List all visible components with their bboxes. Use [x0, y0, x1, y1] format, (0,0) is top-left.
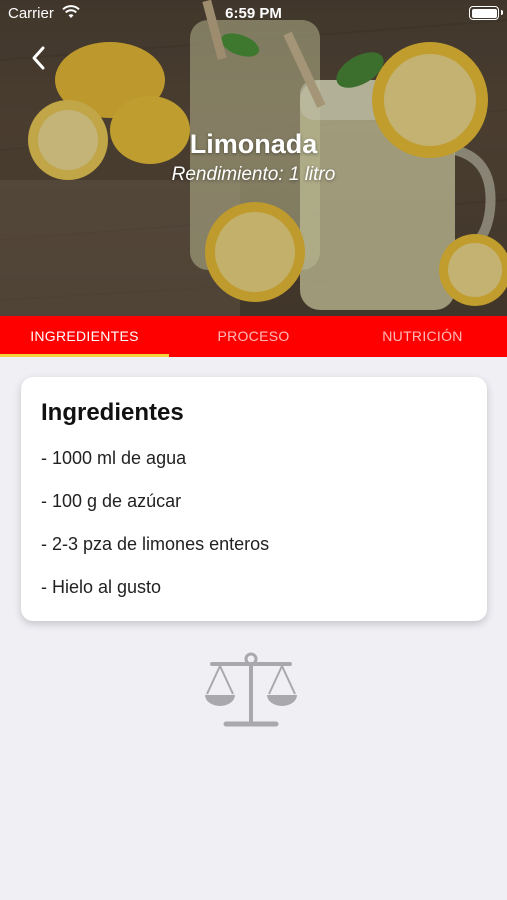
- scale-icon: [205, 652, 297, 727]
- tab-proceso[interactable]: PROCESO: [169, 316, 338, 357]
- ingredient-item: - Hielo al gusto: [41, 577, 162, 597]
- battery-icon: [469, 6, 503, 20]
- tab-ingredientes[interactable]: INGREDIENTES: [0, 316, 169, 357]
- status-bar: Carrier 6:59 PM: [0, 0, 507, 28]
- card-title: Ingredientes: [41, 399, 184, 426]
- recipe-title: Limonada: [189, 129, 318, 159]
- ingredients-card: Ingredientes - 1000 ml de agua - 100 g d…: [21, 377, 487, 621]
- ingredient-item: - 100 g de azúcar: [41, 491, 182, 511]
- clock: 6:59 PM: [225, 5, 282, 22]
- back-button[interactable]: [24, 42, 56, 74]
- recipe-yield: Rendimiento: 1 litro: [171, 164, 336, 185]
- tab-bar: INGREDIENTES PROCESO NUTRICIÓN: [0, 316, 507, 357]
- ingredient-item: - 1000 ml de agua: [41, 448, 187, 468]
- chevron-left-icon: [32, 46, 45, 70]
- tab-nutricion[interactable]: NUTRICIÓN: [338, 316, 507, 357]
- ingredient-item: - 2-3 pza de limones enteros: [41, 534, 270, 554]
- hero-image: Carrier 6:59 PM Limonada Rendimiento: 1 …: [0, 0, 507, 316]
